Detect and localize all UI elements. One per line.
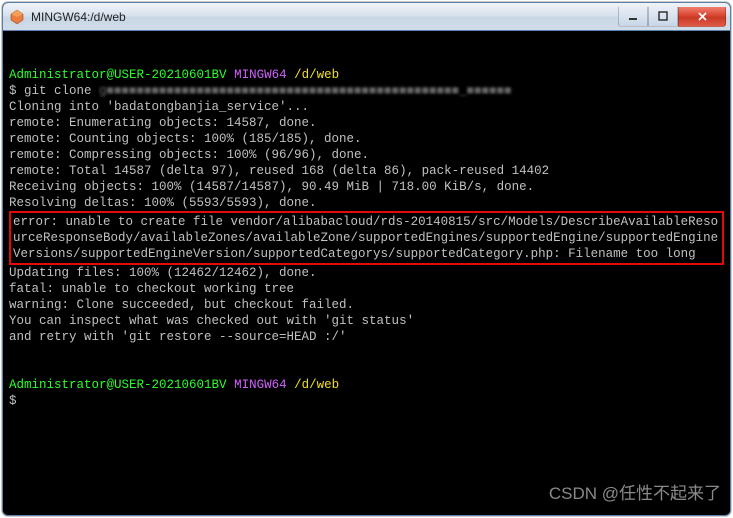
output-line: remote: Enumerating objects: 14587, done… — [9, 116, 317, 130]
cmd-prefix: $ git clone — [9, 84, 99, 98]
error-text: error: unable to create file vendor/alib… — [13, 215, 718, 261]
prompt-dollar: $ — [9, 394, 17, 408]
output-line: remote: Counting objects: 100% (185/185)… — [9, 132, 362, 146]
output-line: Updating files: 100% (12462/12462), done… — [9, 266, 317, 280]
output-line: remote: Total 14587 (delta 97), reused 1… — [9, 164, 549, 178]
prompt-path: /d/web — [294, 68, 339, 82]
output-line: and retry with 'git restore --source=HEA… — [9, 330, 347, 344]
app-icon — [9, 9, 25, 25]
output-line: Cloning into 'badatongbanjia_service'... — [9, 100, 309, 114]
terminal-output[interactable]: Administrator@USER-20210601BV MINGW64 /d… — [3, 31, 730, 515]
prompt-path: /d/web — [294, 378, 339, 392]
output-line: fatal: unable to checkout working tree — [9, 282, 294, 296]
terminal-window: MINGW64:/d/web Administrator@USER-202106… — [2, 2, 731, 516]
prompt-env: MINGW64 — [234, 68, 287, 82]
prompt-env: MINGW64 — [234, 378, 287, 392]
output-line: remote: Compressing objects: 100% (96/96… — [9, 148, 369, 162]
prompt-userhost: Administrator@USER-20210601BV — [9, 68, 227, 82]
output-line: You can inspect what was checked out wit… — [9, 314, 414, 328]
minimize-button[interactable] — [618, 7, 648, 27]
titlebar[interactable]: MINGW64:/d/web — [3, 3, 730, 31]
output-line: Receiving objects: 100% (14587/14587), 9… — [9, 180, 534, 194]
prompt-userhost: Administrator@USER-20210601BV — [9, 378, 227, 392]
output-line: warning: Clone succeeded, but checkout f… — [9, 298, 354, 312]
window-buttons — [618, 7, 726, 27]
window-title: MINGW64:/d/web — [31, 10, 618, 24]
maximize-button[interactable] — [648, 7, 678, 27]
close-button[interactable] — [678, 7, 726, 27]
error-box: error: unable to create file vendor/alib… — [9, 211, 724, 265]
cmd-url-redacted: g■■■■■■■■■■■■■■■■■■■■■■■■■■■■■■■■■■■■■■■… — [99, 84, 512, 98]
output-line: Resolving deltas: 100% (5593/5593), done… — [9, 196, 317, 210]
